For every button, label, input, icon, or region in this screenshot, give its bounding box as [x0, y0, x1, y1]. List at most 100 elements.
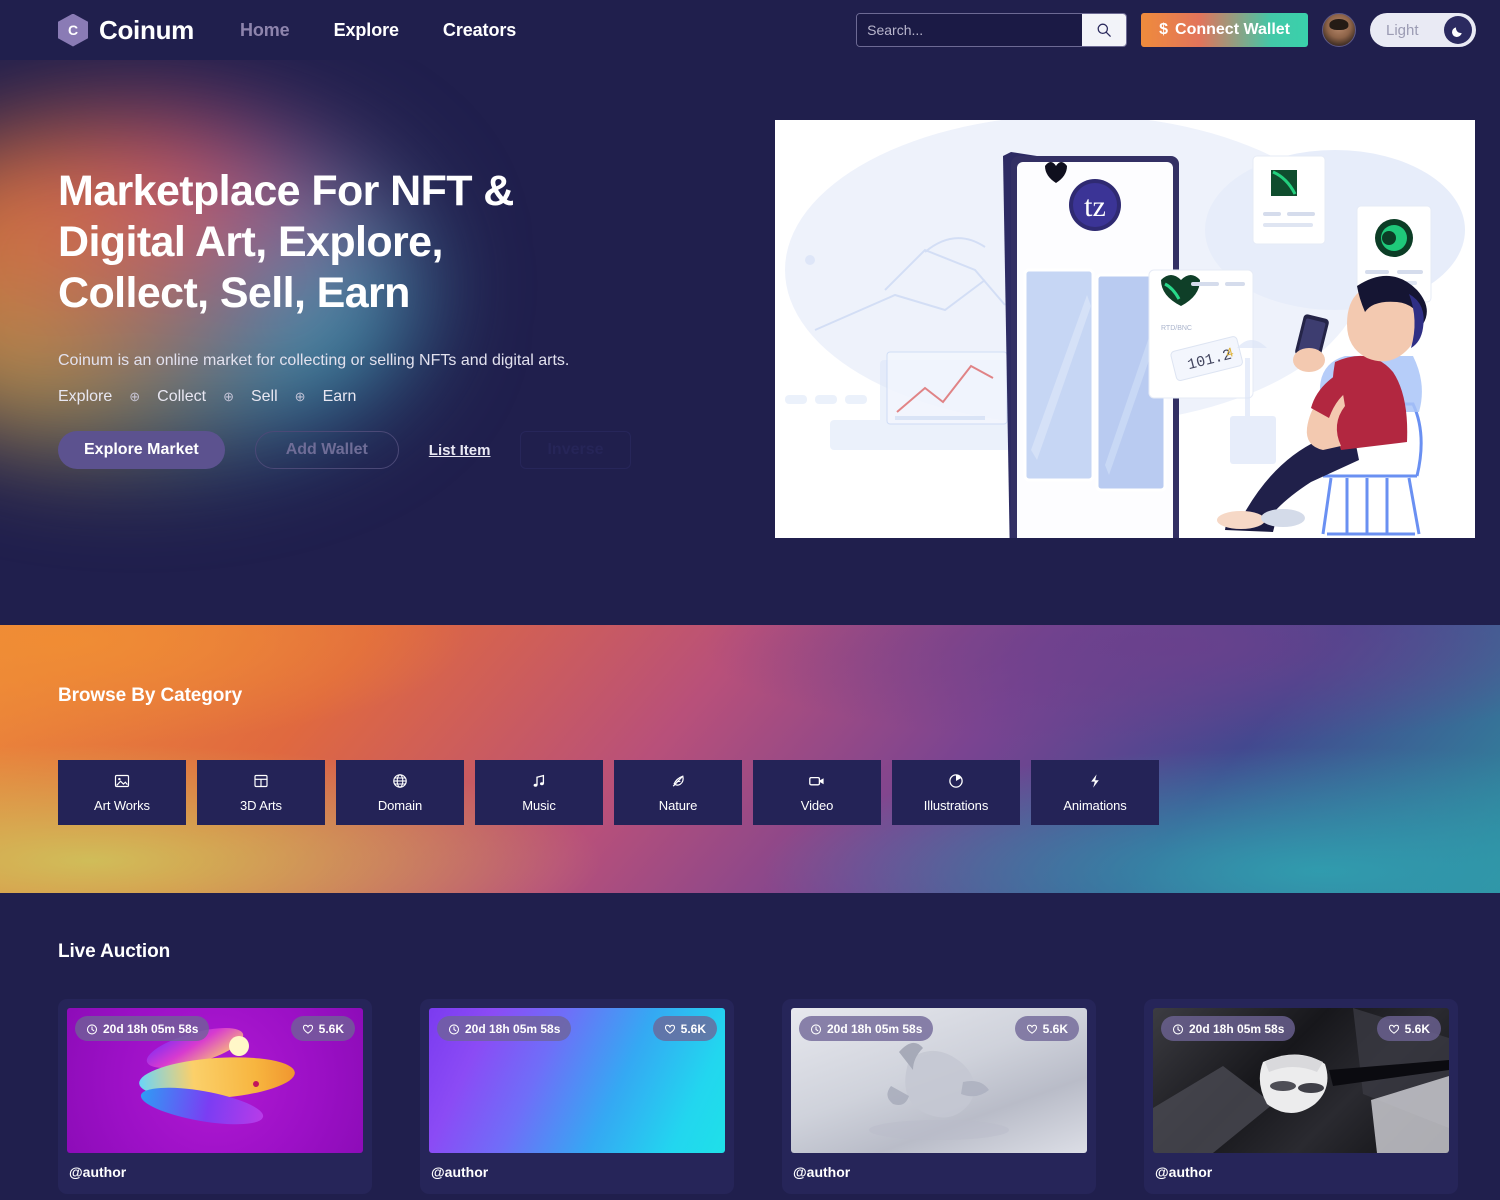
header-actions: $ Connect Wallet Light	[856, 13, 1476, 47]
separator-icon: ⊕	[294, 389, 306, 404]
heart-icon	[302, 1024, 313, 1034]
category-card-art-works[interactable]: Art Works	[58, 760, 186, 825]
globe-icon	[392, 773, 408, 789]
moon-icon	[1451, 26, 1462, 37]
nav-item-home[interactable]: Home	[240, 20, 290, 41]
auction-card[interactable]: 20d 18h 05m 58s 5.6K @author	[1144, 999, 1458, 1194]
svg-text:tz: tz	[1084, 190, 1106, 223]
inverse-button[interactable]: Inverse	[520, 431, 631, 469]
main-navigation: Home Explore Creators	[240, 20, 516, 41]
hero-title: Marketplace For NFT & Digital Art, Explo…	[58, 167, 514, 317]
auction-card[interactable]: 20d 18h 05m 58s 5.6K @author	[58, 999, 372, 1194]
add-wallet-button[interactable]: Add Wallet	[254, 431, 399, 469]
category-label: Video	[800, 797, 834, 813]
search-icon	[1097, 23, 1111, 37]
theme-toggle-label: Light	[1386, 21, 1419, 39]
video-camera-icon	[808, 773, 826, 789]
music-note-icon	[531, 773, 547, 789]
auction-badges: 20d 18h 05m 58s 5.6K	[75, 1016, 355, 1041]
category-label: 3D Arts	[240, 797, 282, 813]
auction-author[interactable]: @author	[791, 1153, 1087, 1194]
timer-badge: 20d 18h 05m 58s	[799, 1016, 934, 1041]
clock-icon	[810, 1023, 822, 1034]
hero-feature-list: Explore ⊕ Collect ⊕ Sell ⊕ Earn	[58, 388, 700, 406]
theme-toggle[interactable]: Light	[1370, 13, 1476, 47]
list-item-link[interactable]: List Item	[429, 442, 491, 459]
category-label: Art Works	[94, 797, 150, 813]
heart-icon	[664, 1024, 675, 1034]
auction-author[interactable]: @author	[1153, 1153, 1449, 1194]
search-box	[856, 13, 1128, 47]
connect-wallet-label: Connect Wallet	[1175, 21, 1290, 38]
theme-toggle-knob	[1444, 16, 1472, 44]
svg-text:RTD/BNC: RTD/BNC	[1161, 325, 1192, 332]
live-auction-section: Live Auction 20d 18h 05m 58s 5.6K @autho…	[0, 893, 1500, 1200]
hero-feature-collect: Collect	[157, 388, 207, 405]
auction-grid: 20d 18h 05m 58s 5.6K @author 20d 18h 05m…	[58, 999, 1500, 1194]
hero-content: Marketplace For NFT & Digital Art, Explo…	[0, 60, 700, 469]
likes-badge[interactable]: 5.6K	[1376, 1016, 1441, 1041]
category-card-animations[interactable]: Animations	[1031, 760, 1159, 825]
category-card-illustrations[interactable]: Illustrations	[892, 760, 1020, 825]
nav-item-explore[interactable]: Explore	[334, 20, 399, 41]
timer-text: 20d 18h 05m 58s	[1189, 1021, 1285, 1036]
auction-artwork: 20d 18h 05m 58s 5.6K	[67, 1008, 363, 1153]
likes-text: 5.6K	[318, 1021, 344, 1036]
layout-icon	[253, 773, 269, 789]
nav-item-creators[interactable]: Creators	[443, 20, 516, 41]
category-grid: Art Works 3D Arts Domain Music Nature Vi…	[58, 760, 1500, 825]
search-input[interactable]	[857, 14, 1083, 46]
auction-title: Live Auction	[58, 941, 171, 962]
category-card-video[interactable]: Video	[753, 760, 881, 825]
auction-badges: 20d 18h 05m 58s 5.6K	[437, 1016, 717, 1041]
auction-card[interactable]: 20d 18h 05m 58s 5.6K @author	[782, 999, 1096, 1194]
likes-badge[interactable]: 5.6K	[652, 1016, 717, 1041]
category-label: Music	[522, 797, 556, 813]
timer-text: 20d 18h 05m 58s	[103, 1021, 199, 1036]
feather-icon	[670, 773, 686, 789]
category-card-nature[interactable]: Nature	[614, 760, 742, 825]
timer-text: 20d 18h 05m 58s	[827, 1021, 923, 1036]
category-card-3d-arts[interactable]: 3D Arts	[197, 760, 325, 825]
hexagon-icon: C	[58, 13, 88, 47]
category-title: Browse By Category	[58, 685, 243, 706]
heart-icon	[1026, 1024, 1037, 1034]
category-label: Illustrations	[923, 797, 989, 813]
auction-author[interactable]: @author	[429, 1153, 725, 1194]
logo-mark: C	[58, 13, 88, 47]
hero-subtitle: Coinum is an online market for collectin…	[58, 352, 570, 369]
likes-text: 5.6K	[1404, 1021, 1430, 1036]
auction-badges: 20d 18h 05m 58s 5.6K	[1161, 1016, 1441, 1041]
auction-author[interactable]: @author	[67, 1153, 363, 1194]
auction-artwork: 20d 18h 05m 58s 5.6K	[791, 1008, 1087, 1153]
timer-badge: 20d 18h 05m 58s	[75, 1016, 210, 1041]
timer-badge: 20d 18h 05m 58s	[437, 1016, 572, 1041]
category-content: Browse By Category Art Works 3D Arts Dom…	[0, 625, 1500, 825]
likes-text: 5.6K	[1042, 1021, 1068, 1036]
hero-feature-explore: Explore	[58, 388, 113, 405]
category-card-domain[interactable]: Domain	[336, 760, 464, 825]
auction-artwork: 20d 18h 05m 58s 5.6K	[1153, 1008, 1449, 1153]
clock-icon	[1172, 1023, 1184, 1034]
likes-badge[interactable]: 5.6K	[290, 1016, 355, 1041]
pie-chart-icon	[948, 773, 964, 789]
nft-collector-illustration: tz RTD/BNC 101.2 4	[775, 120, 1475, 538]
hero-section: Marketplace For NFT & Digital Art, Explo…	[0, 60, 1500, 625]
auction-card[interactable]: 20d 18h 05m 58s 5.6K @author	[420, 999, 734, 1194]
likes-badge[interactable]: 5.6K	[1014, 1016, 1079, 1041]
lightning-bolt-icon	[1087, 773, 1103, 789]
likes-text: 5.6K	[680, 1021, 706, 1036]
search-button[interactable]	[1082, 14, 1127, 46]
brand-logo[interactable]: C Coinum	[58, 13, 194, 47]
heart-icon	[1388, 1024, 1399, 1034]
connect-wallet-button[interactable]: $ Connect Wallet	[1141, 13, 1308, 47]
avatar[interactable]	[1322, 13, 1356, 47]
image-icon	[114, 773, 130, 789]
category-section: Browse By Category Art Works 3D Arts Dom…	[0, 625, 1500, 893]
hero-feature-sell: Sell	[250, 388, 278, 405]
explore-market-button[interactable]: Explore Market	[58, 431, 225, 469]
dollar-icon: $	[1159, 21, 1169, 38]
category-card-music[interactable]: Music	[475, 760, 603, 825]
category-label: Domain	[377, 797, 423, 813]
separator-icon: ⊕	[129, 389, 141, 404]
